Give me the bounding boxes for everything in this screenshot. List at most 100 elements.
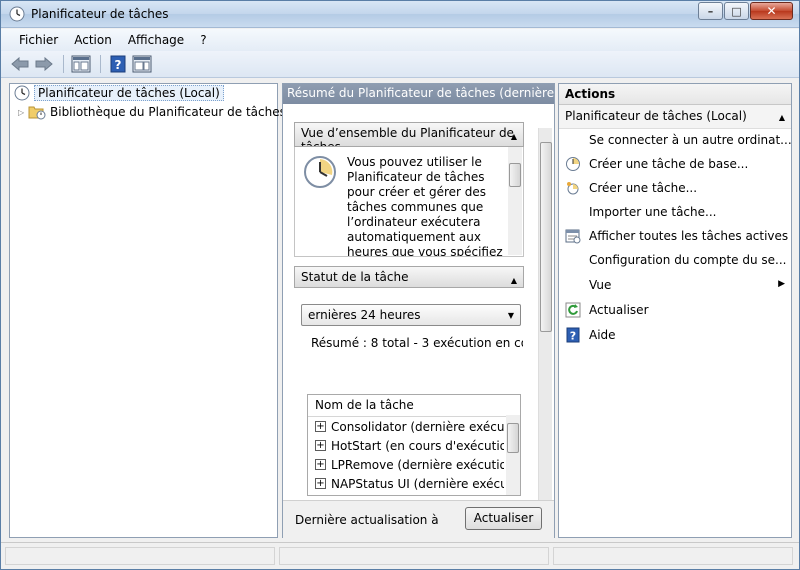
action-label: Importer une tâche... bbox=[589, 205, 717, 219]
task-row[interactable]: + HotStart (en cours d'exécution) bbox=[308, 436, 504, 455]
overview-text: Vous pouvez utiliser le Planificateur de… bbox=[347, 155, 503, 257]
show-hide-action-pane-button[interactable] bbox=[131, 53, 153, 75]
show-hide-console-tree-button[interactable] bbox=[70, 53, 92, 75]
action-import-task[interactable]: Importer une tâche... bbox=[559, 200, 791, 224]
menu-affichage[interactable]: Affichage bbox=[120, 33, 192, 47]
back-arrow-icon bbox=[11, 57, 29, 71]
scrollbar-thumb[interactable] bbox=[507, 423, 519, 453]
action-show-running-tasks[interactable]: Afficher toutes les tâches actives bbox=[559, 224, 791, 248]
overview-title: Vue d’ensemble du Planificateur de tâche… bbox=[301, 126, 514, 147]
status-segment bbox=[279, 547, 549, 565]
scrollbar-thumb[interactable] bbox=[509, 163, 521, 187]
expand-plus-icon[interactable]: + bbox=[315, 421, 326, 432]
task-status-section-header[interactable]: Statut de la tâche ▲ bbox=[294, 266, 524, 288]
submenu-arrow-icon: ▶ bbox=[778, 279, 785, 289]
action-pane-icon bbox=[132, 55, 152, 73]
help-toolbar-button[interactable]: ? bbox=[107, 53, 129, 75]
toolbar: ? bbox=[1, 51, 799, 78]
action-label: Configuration du compte du se... bbox=[589, 253, 787, 267]
action-view-menu[interactable]: Vue ▶ bbox=[559, 273, 791, 297]
action-refresh[interactable]: Actualiser bbox=[559, 298, 791, 322]
last-refresh-label: Dernière actualisation à bbox=[295, 513, 439, 527]
minimize-button[interactable]: – bbox=[698, 2, 723, 20]
task-row[interactable]: + Consolidator (dernière exécutio... bbox=[308, 417, 504, 436]
minimize-icon: – bbox=[707, 4, 714, 18]
action-label: Aide bbox=[589, 328, 616, 342]
expand-plus-icon[interactable]: + bbox=[315, 440, 326, 451]
close-button[interactable]: ✕ bbox=[750, 2, 793, 20]
task-row[interactable]: + NAPStatus UI (dernière exécutio... bbox=[308, 474, 504, 493]
title-bar[interactable]: Planificateur de tâches – □ ✕ bbox=[1, 1, 799, 28]
menu-action[interactable]: Action bbox=[66, 33, 120, 47]
refresh-icon bbox=[565, 302, 581, 318]
svg-text:?: ? bbox=[115, 58, 122, 72]
action-connect-other-computer[interactable]: Se connecter à un autre ordinat... bbox=[559, 128, 791, 152]
task-name: NAPStatus UI (dernière exécutio... bbox=[331, 476, 504, 491]
toolbar-separator bbox=[63, 55, 64, 73]
summary-pane: Résumé du Planificateur de tâches (derni… bbox=[282, 83, 555, 538]
blank-icon bbox=[565, 252, 581, 268]
status-segment bbox=[553, 547, 793, 565]
action-create-basic-task[interactable]: Créer une tâche de base... bbox=[559, 152, 791, 176]
window-title: Planificateur de tâches bbox=[31, 7, 169, 21]
action-help[interactable]: ? Aide bbox=[559, 323, 791, 347]
scrollbar-thumb[interactable] bbox=[540, 142, 552, 332]
tree-item-scheduler-local[interactable]: Planificateur de tâches (Local) bbox=[14, 84, 224, 102]
task-list-scrollbar[interactable] bbox=[506, 415, 520, 495]
status-summary: Résumé : 8 total - 3 exécution en cour..… bbox=[311, 336, 523, 350]
forward-arrow-icon bbox=[35, 57, 53, 71]
action-label: Vue bbox=[589, 278, 612, 292]
action-label: Créer une tâche... bbox=[589, 181, 698, 195]
period-value: ernières 24 heures bbox=[308, 308, 421, 322]
expand-plus-icon[interactable]: + bbox=[315, 459, 326, 470]
forward-button[interactable] bbox=[33, 53, 55, 75]
overview-scrollbar[interactable] bbox=[508, 147, 522, 255]
menu-bar: Fichier Action Affichage ? bbox=[1, 29, 799, 51]
collapse-icon[interactable]: ▲ bbox=[511, 130, 517, 144]
action-service-account-config[interactable]: Configuration du compte du se... bbox=[559, 248, 791, 272]
blank-icon bbox=[565, 132, 581, 148]
menu-fichier[interactable]: Fichier bbox=[11, 33, 66, 47]
task-row[interactable]: + LPRemove (dernière exécution r... bbox=[308, 455, 504, 474]
console-tree-icon bbox=[71, 55, 91, 73]
summary-footer: Dernière actualisation à Actualiser bbox=[283, 500, 554, 538]
expand-arrow-icon: ▷ bbox=[18, 107, 25, 117]
summary-header: Résumé du Planificateur de tâches (derni… bbox=[283, 84, 554, 104]
status-segment bbox=[5, 547, 275, 565]
task-scheduler-window: Planificateur de tâches – □ ✕ Fichier Ac… bbox=[0, 0, 800, 570]
task-name: Consolidator (dernière exécutio... bbox=[331, 419, 504, 434]
folder-clock-icon bbox=[28, 104, 46, 120]
actions-group-label: Planificateur de tâches (Local) bbox=[565, 109, 747, 123]
expand-plus-icon[interactable]: + bbox=[315, 478, 326, 489]
back-button[interactable] bbox=[9, 53, 31, 75]
clock-large-icon bbox=[303, 155, 337, 192]
overview-section-header[interactable]: Vue d’ensemble du Planificateur de tâche… bbox=[294, 122, 524, 147]
clock-icon bbox=[9, 6, 25, 22]
action-label: Actualiser bbox=[589, 303, 649, 317]
blank-icon bbox=[565, 204, 581, 220]
actions-group-header[interactable]: Planificateur de tâches (Local) ▲ bbox=[559, 105, 791, 129]
task-list-icon bbox=[565, 228, 581, 244]
refresh-button[interactable]: Actualiser bbox=[465, 507, 542, 530]
task-status-title: Statut de la tâche bbox=[301, 270, 409, 284]
actions-pane: Actions Planificateur de tâches (Local) … bbox=[558, 83, 792, 538]
period-dropdown[interactable]: ernières 24 heures ▼ bbox=[301, 304, 521, 326]
task-list: Nom de la tâche + Consolidator (dernière… bbox=[307, 394, 521, 496]
window-controls: – □ ✕ bbox=[697, 2, 793, 20]
action-create-task[interactable]: Créer une tâche... bbox=[559, 176, 791, 200]
collapse-icon[interactable]: ▲ bbox=[779, 113, 785, 122]
task-name-column-header[interactable]: Nom de la tâche bbox=[308, 395, 520, 417]
menu-help[interactable]: ? bbox=[192, 33, 214, 47]
action-label: Créer une tâche de base... bbox=[589, 157, 749, 171]
blank-icon bbox=[565, 277, 581, 293]
maximize-button[interactable]: □ bbox=[724, 2, 749, 20]
tree-item-library[interactable]: ▷ Bibliothèque du Planificateur de tâche… bbox=[18, 103, 286, 121]
collapse-icon[interactable]: ▲ bbox=[511, 274, 517, 287]
summary-scrollbar[interactable] bbox=[538, 128, 552, 537]
svg-text:?: ? bbox=[570, 330, 576, 343]
overview-content: Vous pouvez utiliser le Planificateur de… bbox=[294, 147, 524, 257]
clock-wizard-icon bbox=[565, 156, 581, 172]
actions-title: Actions bbox=[559, 84, 791, 105]
maximize-icon: □ bbox=[731, 4, 742, 18]
task-name: HotStart (en cours d'exécution) bbox=[331, 438, 504, 453]
